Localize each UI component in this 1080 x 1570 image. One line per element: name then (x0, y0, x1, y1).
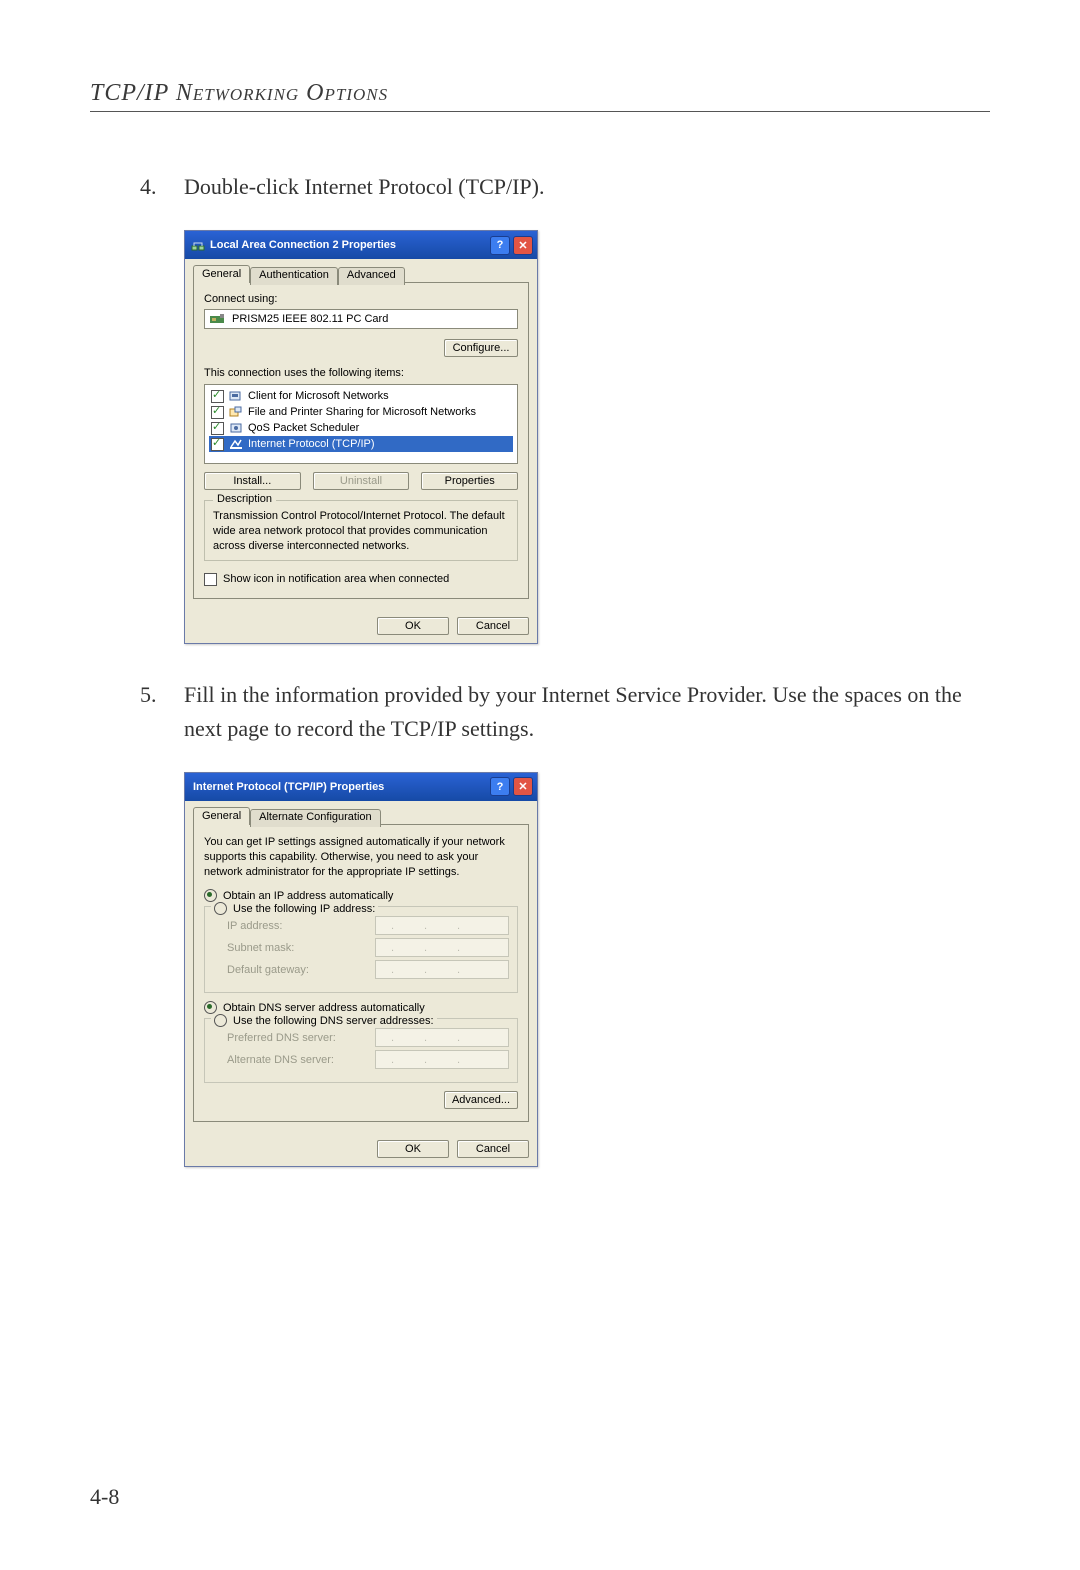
page-number: 4-8 (90, 1484, 119, 1510)
nic-icon (210, 313, 226, 325)
ip-manual-group: Use the following IP address: IP address… (204, 906, 518, 993)
tab-strip: General Authentication Advanced (193, 265, 529, 283)
subnet-label: Subnet mask: (227, 942, 375, 954)
list-item-label: Client for Microsoft Networks (248, 389, 389, 403)
radio-ip-auto-label: Obtain an IP address automatically (223, 890, 393, 902)
ip-address-input: ... (375, 916, 509, 935)
tcpip-properties-dialog: Internet Protocol (TCP/IP) Properties ? … (184, 772, 538, 1168)
qos-icon (229, 422, 243, 434)
dialog-title: Local Area Connection 2 Properties (210, 239, 490, 251)
configure-button[interactable]: Configure... (444, 339, 518, 357)
client-icon (229, 390, 243, 402)
step-4: 4. Double-click Internet Protocol (TCP/I… (140, 170, 990, 204)
adapter-name: PRISM25 IEEE 802.11 PC Card (232, 313, 388, 325)
uses-items-label: This connection uses the following items… (204, 367, 518, 379)
show-icon-checkbox[interactable] (204, 573, 217, 586)
help-button[interactable]: ? (490, 777, 510, 796)
list-item[interactable]: QoS Packet Scheduler (209, 420, 513, 436)
list-item-label: QoS Packet Scheduler (248, 421, 359, 435)
page-header: TCP/IP Networking Options (90, 80, 990, 112)
step-4-text: Double-click Internet Protocol (TCP/IP). (184, 170, 990, 204)
tab-advanced[interactable]: Advanced (338, 267, 405, 285)
description-title: Description (213, 493, 276, 505)
ip-address-label: IP address: (227, 920, 375, 932)
tab-alternate[interactable]: Alternate Configuration (250, 809, 381, 827)
list-item-label: File and Printer Sharing for Microsoft N… (248, 405, 476, 419)
tab-general[interactable]: General (193, 807, 250, 825)
dialog-titlebar: Local Area Connection 2 Properties ? ✕ (185, 231, 537, 259)
description-group: Description Transmission Control Protoco… (204, 500, 518, 561)
radio-dns-auto-label: Obtain DNS server address automatically (223, 1002, 425, 1014)
checkbox-icon[interactable] (211, 422, 224, 435)
list-item[interactable]: Client for Microsoft Networks (209, 388, 513, 404)
close-button[interactable]: ✕ (513, 777, 533, 796)
advanced-button[interactable]: Advanced... (444, 1091, 518, 1109)
radio-dns-manual-label: Use the following DNS server addresses: (233, 1015, 434, 1027)
gateway-input: ... (375, 960, 509, 979)
description-text: Transmission Control Protocol/Internet P… (213, 509, 509, 554)
cancel-button[interactable]: Cancel (457, 617, 529, 635)
tab-authentication[interactable]: Authentication (250, 267, 338, 285)
uninstall-button: Uninstall (313, 472, 410, 490)
help-button[interactable]: ? (490, 236, 510, 255)
ok-button[interactable]: OK (377, 617, 449, 635)
alt-dns-label: Alternate DNS server: (227, 1054, 375, 1066)
properties-button[interactable]: Properties (421, 472, 518, 490)
connect-using-label: Connect using: (204, 293, 518, 305)
step-5-number: 5. (140, 678, 184, 746)
radio-dns-auto[interactable] (204, 1001, 217, 1014)
info-text: You can get IP settings assigned automat… (204, 835, 518, 880)
adapter-field: PRISM25 IEEE 802.11 PC Card (204, 309, 518, 329)
radio-ip-manual[interactable] (214, 902, 227, 915)
list-item-label: Internet Protocol (TCP/IP) (248, 437, 375, 451)
items-listbox[interactable]: Client for Microsoft Networks File and P… (204, 384, 518, 464)
dialog-title: Internet Protocol (TCP/IP) Properties (193, 781, 490, 793)
dns-manual-group: Use the following DNS server addresses: … (204, 1018, 518, 1083)
lan-properties-dialog: Local Area Connection 2 Properties ? ✕ G… (184, 230, 538, 644)
step-4-number: 4. (140, 170, 184, 204)
checkbox-icon[interactable] (211, 390, 224, 403)
tab-strip: General Alternate Configuration (193, 807, 529, 825)
radio-ip-auto[interactable] (204, 889, 217, 902)
list-item[interactable]: File and Printer Sharing for Microsoft N… (209, 404, 513, 420)
checkbox-icon[interactable] (211, 406, 224, 419)
close-button[interactable]: ✕ (513, 236, 533, 255)
cancel-button[interactable]: Cancel (457, 1140, 529, 1158)
radio-ip-manual-label: Use the following IP address: (233, 903, 375, 915)
gateway-label: Default gateway: (227, 964, 375, 976)
share-icon (229, 406, 243, 418)
tcpip-icon (229, 438, 243, 450)
install-button[interactable]: Install... (204, 472, 301, 490)
subnet-input: ... (375, 938, 509, 957)
dialog-titlebar: Internet Protocol (TCP/IP) Properties ? … (185, 773, 537, 801)
list-item-selected[interactable]: Internet Protocol (TCP/IP) (209, 436, 513, 452)
show-icon-label: Show icon in notification area when conn… (223, 573, 449, 585)
tab-general[interactable]: General (193, 265, 250, 283)
connection-icon (191, 238, 205, 252)
step-5: 5. Fill in the information provided by y… (140, 678, 990, 746)
step-5-text: Fill in the information provided by your… (184, 678, 990, 746)
ok-button[interactable]: OK (377, 1140, 449, 1158)
alt-dns-input: ... (375, 1050, 509, 1069)
pref-dns-label: Preferred DNS server: (227, 1032, 375, 1044)
pref-dns-input: ... (375, 1028, 509, 1047)
checkbox-icon[interactable] (211, 438, 224, 451)
radio-dns-manual[interactable] (214, 1014, 227, 1027)
